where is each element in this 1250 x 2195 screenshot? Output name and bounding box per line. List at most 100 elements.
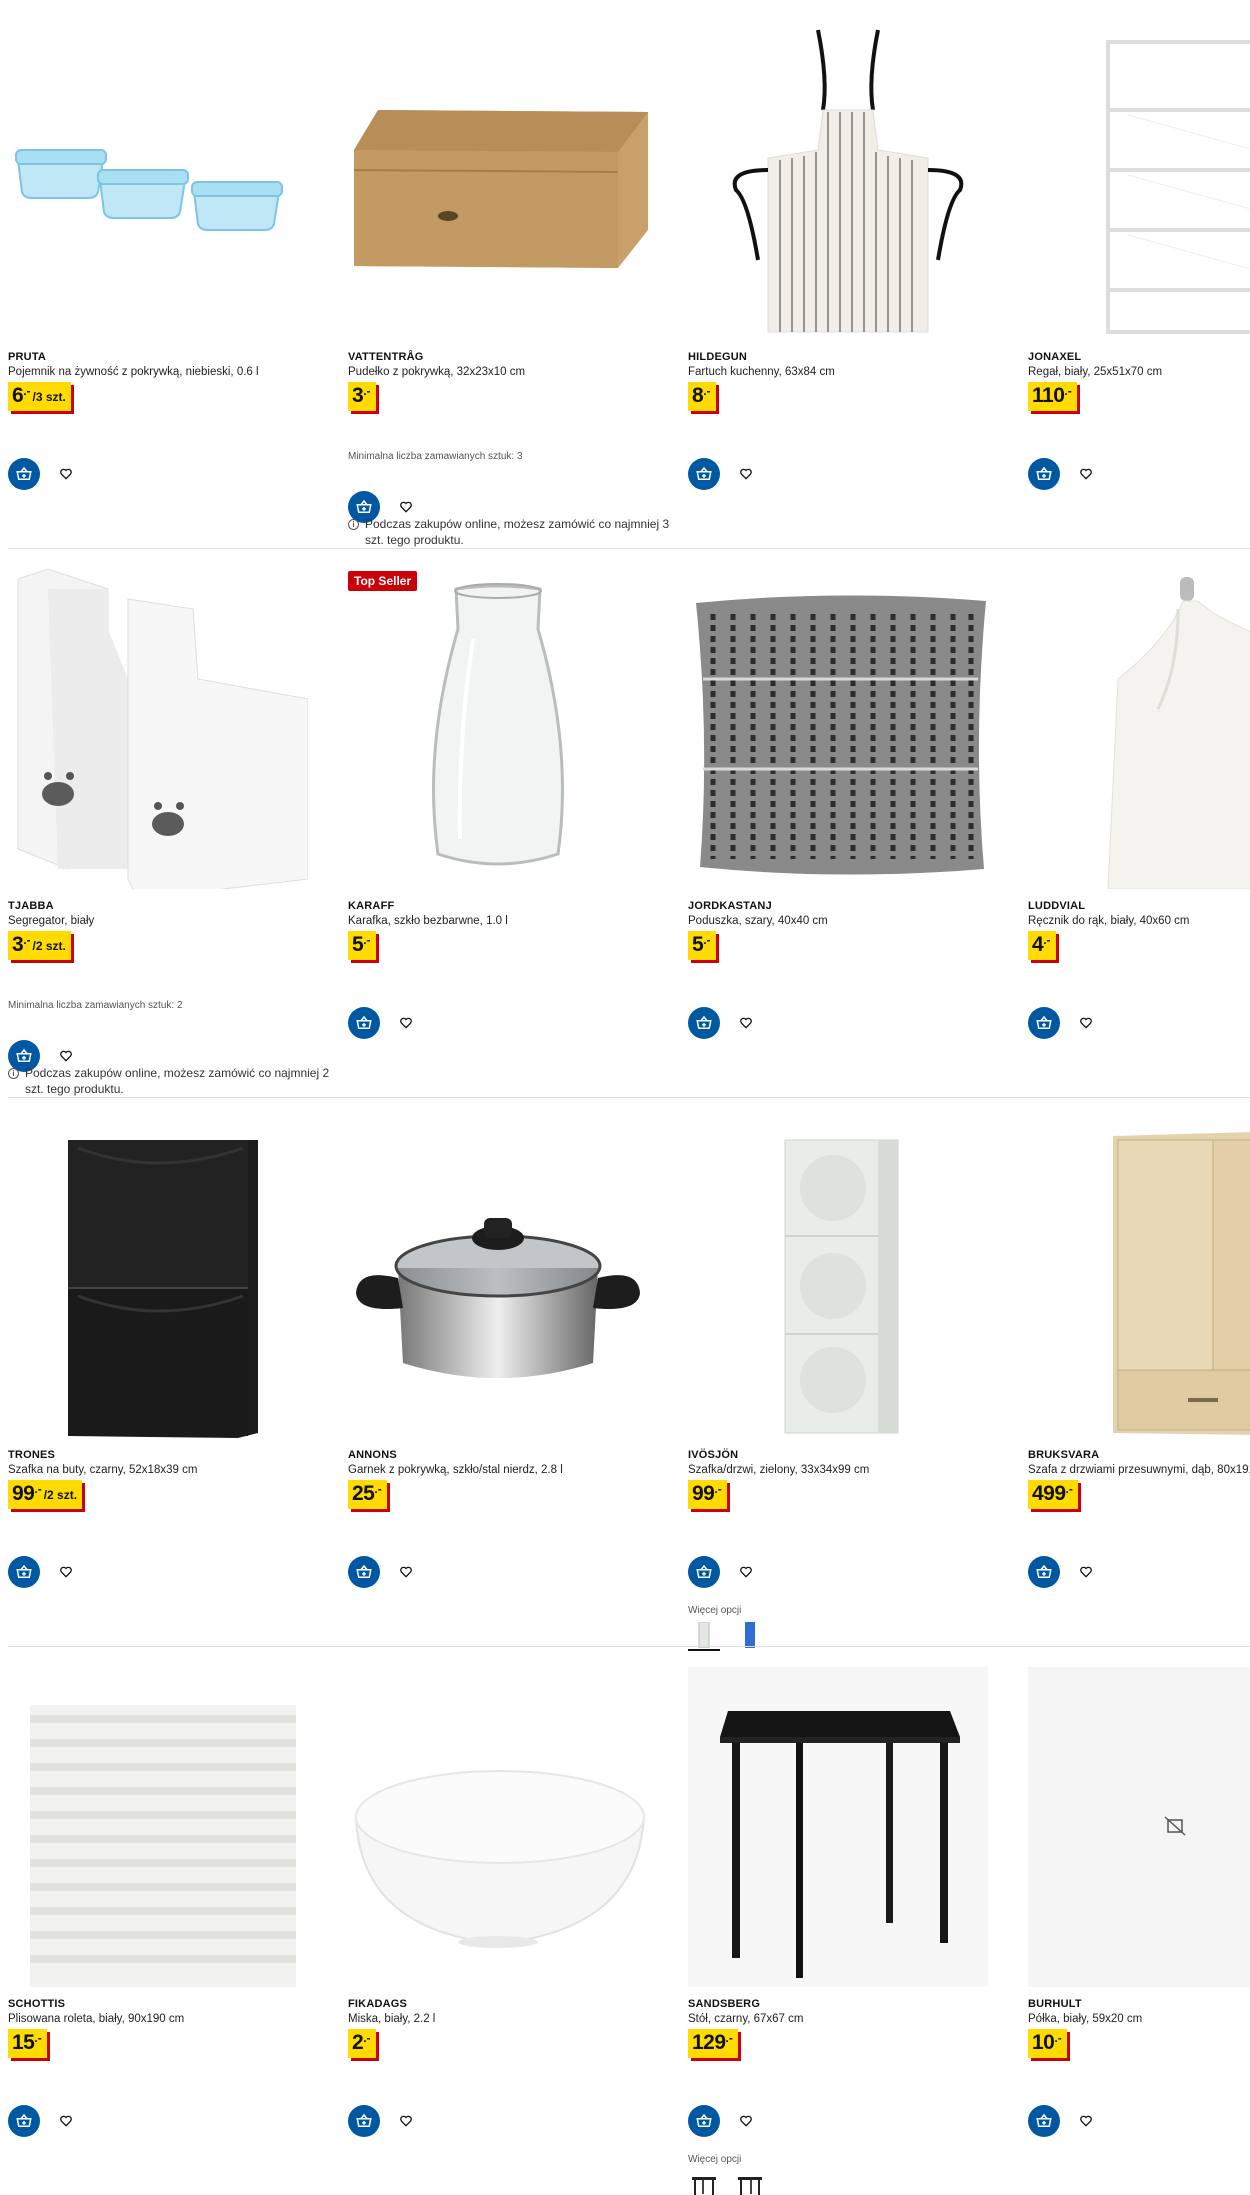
favourite-button[interactable] [58,1564,74,1580]
favourite-button[interactable] [1078,1015,1094,1031]
product-card[interactable]: VATTENTRÅG Pudełko z pokrywką, 32x23x10 … [348,0,688,549]
product-name[interactable]: BRUKSVARA [1028,1449,1099,1461]
product-card[interactable]: LUDDVIAL Ręcznik do rąk, biały, 40x60 cm… [1028,549,1250,1098]
product-name[interactable]: VATTENTRÅG [348,351,424,363]
variant-swatch-black[interactable] [688,2169,720,2195]
favourite-button[interactable] [738,466,754,482]
product-image[interactable] [688,20,988,340]
min-order-note: Minimalna liczba zamawianych sztuk: 3 [348,451,523,462]
product-name[interactable]: KARAFF [348,900,394,912]
product-image[interactable] [688,1118,988,1438]
favourite-button[interactable] [58,466,74,482]
product-card[interactable]: BRUKSVARA Szafa z drzwiami przesuwnymi, … [1028,1098,1250,1647]
product-description[interactable]: Pudełko z pokrywką, 32x23x10 cm [348,366,525,378]
add-to-cart-button[interactable] [8,1556,40,1588]
favourite-button[interactable] [58,2113,74,2129]
add-to-cart-button[interactable] [1028,2105,1060,2137]
favourite-button[interactable] [1078,2113,1094,2129]
add-to-cart-button[interactable] [348,1556,380,1588]
add-to-cart-button[interactable] [8,2105,40,2137]
product-name[interactable]: BURHULT [1028,1998,1082,2010]
product-image[interactable] [688,569,988,889]
product-image[interactable] [348,20,648,340]
product-image[interactable] [348,569,648,889]
product-card[interactable]: JONAXEL Regał, biały, 25x51x70 cm 110 .- [1028,0,1250,549]
product-description[interactable]: Półka, biały, 59x20 cm [1028,2013,1142,2025]
add-to-cart-button[interactable] [348,2105,380,2137]
product-description[interactable]: Garnek z pokrywką, szkło/stal nierdz, 2.… [348,1464,563,1476]
product-card[interactable]: BURHULT Półka, biały, 59x20 cm 10 .- [1028,1647,1250,2195]
variant-swatch-green[interactable] [688,1620,720,1651]
product-image[interactable] [1028,20,1250,340]
favourite-button[interactable] [738,1015,754,1031]
add-to-cart-button[interactable] [688,458,720,490]
product-name[interactable]: ANNONS [348,1449,397,1461]
product-name[interactable]: JONAXEL [1028,351,1081,363]
product-name[interactable]: IVÖSJÖN [688,1449,738,1461]
product-card[interactable]: SCHOTTIS Plisowana roleta, biały, 90x190… [8,1647,348,2195]
product-image[interactable] [8,1118,308,1438]
product-image[interactable] [1028,569,1250,889]
add-to-cart-button[interactable] [688,2105,720,2137]
favourite-button[interactable] [398,2113,414,2129]
add-to-cart-button[interactable] [1028,1007,1060,1039]
product-name[interactable]: SCHOTTIS [8,1998,65,2010]
product-card[interactable]: JORDKASTANJ Poduszka, szary, 40x40 cm 5.… [688,549,1028,1098]
product-description[interactable]: Szafka na buty, czarny, 52x18x39 cm [8,1464,197,1476]
product-card[interactable]: SANDSBERG Stół, czarny, 67x67 cm 129 .- W… [688,1647,1028,2195]
product-card[interactable]: TRONES Szafka na buty, czarny, 52x18x39 … [8,1098,348,1647]
add-to-cart-button[interactable] [688,1556,720,1588]
product-name[interactable]: PRUTA [8,351,46,363]
product-name[interactable]: TJABBA [8,900,54,912]
product-description[interactable]: Miska, biały, 2.2 l [348,2013,435,2025]
variant-swatch-black-alt[interactable] [734,2169,766,2195]
product-description[interactable]: Plisowana roleta, biały, 90x190 cm [8,2013,184,2025]
favourite-button[interactable] [738,1564,754,1580]
price-dash: .- [725,2031,733,2045]
product-name[interactable]: LUDDVIAL [1028,900,1085,912]
add-to-cart-button[interactable] [1028,458,1060,490]
product-description[interactable]: Ręcznik do rąk, biały, 40x60 cm [1028,915,1190,927]
favourite-button[interactable] [398,1564,414,1580]
favourite-button[interactable] [738,2113,754,2129]
product-description[interactable]: Karafka, szkło bezbarwne, 1.0 l [348,915,508,927]
add-to-cart-button[interactable] [348,1007,380,1039]
product-description[interactable]: Regał, biały, 25x51x70 cm [1028,366,1162,378]
product-description[interactable]: Szafa z drzwiami przesuwnymi, dąb, 80x19… [1028,1464,1250,1476]
product-name[interactable]: HILDEGUN [688,351,747,363]
add-to-cart-button[interactable] [1028,1556,1060,1588]
product-description[interactable]: Poduszka, szary, 40x40 cm [688,915,828,927]
product-name[interactable]: JORDKASTANJ [688,900,772,912]
add-to-cart-button[interactable] [8,458,40,490]
product-image[interactable] [8,1667,308,1987]
product-card[interactable]: IVÖSJÖN Szafka/drzwi, zielony, 33x34x99 … [688,1098,1028,1651]
product-card[interactable]: PRUTA Pojemnik na żywność z pokrywką, ni… [8,0,348,549]
product-description[interactable]: Stół, czarny, 67x67 cm [688,2013,803,2025]
favourite-button[interactable] [398,499,414,515]
product-description[interactable]: Fartuch kuchenny, 63x84 cm [688,366,835,378]
product-card[interactable]: TJABBA Segregator, biały 3 .-/2 szt. Mini… [8,549,348,1098]
product-card[interactable]: Top Seller KARAFF Karafka, szkło bezbarw… [348,549,688,1098]
product-name[interactable]: SANDSBERG [688,1998,760,2010]
product-image[interactable] [8,569,308,889]
add-to-cart-button[interactable] [688,1007,720,1039]
product-image[interactable] [1028,1118,1250,1438]
variant-swatch-blue[interactable] [734,1620,766,1648]
favourite-button[interactable] [1078,1564,1094,1580]
favourite-button[interactable] [398,1015,414,1031]
product-card[interactable]: ANNONS Garnek z pokrywką, szkło/stal nie… [348,1098,688,1647]
product-description[interactable]: Segregator, biały [8,915,94,927]
product-image[interactable] [348,1667,648,1987]
favourite-button[interactable] [1078,466,1094,482]
product-image[interactable] [688,1667,988,1987]
product-card[interactable]: FIKADAGS Miska, biały, 2.2 l 2 .- [348,1647,688,2195]
product-image[interactable] [1028,1667,1250,1987]
product-name[interactable]: FIKADAGS [348,1998,407,2010]
product-description[interactable]: Pojemnik na żywność z pokrywką, niebiesk… [8,366,259,378]
product-description[interactable]: Szafka/drzwi, zielony, 33x34x99 cm [688,1464,869,1476]
favourite-button[interactable] [58,1048,74,1064]
product-image[interactable] [8,20,308,340]
product-card[interactable]: HILDEGUN Fartuch kuchenny, 63x84 cm 8 .- [688,0,1028,549]
product-image[interactable] [348,1118,648,1438]
product-name[interactable]: TRONES [8,1449,55,1461]
